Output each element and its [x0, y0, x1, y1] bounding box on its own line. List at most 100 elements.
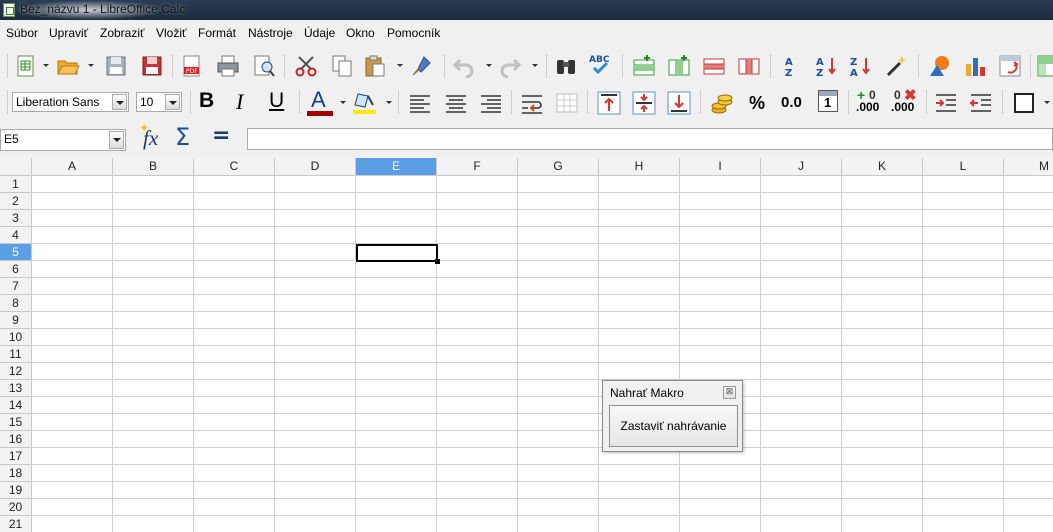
increase-indent-icon[interactable]	[934, 91, 958, 115]
cell-cursor-e5[interactable]	[356, 244, 440, 264]
column-header-b[interactable]: B	[113, 158, 194, 176]
percent-format-button[interactable]: %	[749, 93, 765, 114]
row-header-6[interactable]: 6	[0, 261, 32, 278]
column-header-i[interactable]: I	[680, 158, 761, 176]
save-as-icon[interactable]	[140, 54, 164, 78]
chevron-down-icon[interactable]	[109, 131, 124, 149]
row-header-20[interactable]: 20	[0, 499, 32, 516]
align-bottom-icon[interactable]	[667, 91, 691, 115]
align-center-icon[interactable]	[444, 91, 468, 115]
column-header-h[interactable]: H	[599, 158, 680, 176]
font-size-combobox[interactable]: 10	[136, 92, 182, 112]
align-left-icon[interactable]	[408, 91, 432, 115]
clone-formatting-icon[interactable]	[410, 54, 434, 78]
decrease-indent-icon[interactable]	[969, 91, 993, 115]
print-icon[interactable]	[216, 54, 240, 78]
menu-subor[interactable]: Súbor	[6, 26, 38, 40]
column-header-m[interactable]: M	[1004, 158, 1053, 176]
row-header-17[interactable]: 17	[0, 448, 32, 465]
bold-button[interactable]: B	[199, 89, 214, 113]
row-header-8[interactable]: 8	[0, 295, 32, 312]
borders-icon[interactable]	[1012, 91, 1036, 115]
row-header-3[interactable]: 3	[0, 210, 32, 227]
underline-button[interactable]: U	[269, 89, 284, 113]
calc-app-icon[interactable]	[3, 3, 15, 17]
column-header-a[interactable]: A	[32, 158, 113, 176]
wrap-text-icon[interactable]	[520, 91, 544, 115]
insert-rows-icon[interactable]	[632, 54, 656, 78]
menu-pomocnik[interactable]: Pomocník	[387, 26, 440, 40]
stop-recording-button[interactable]: Zastaviť nahrávanie	[609, 405, 738, 447]
freeze-rows-icon[interactable]	[1036, 54, 1053, 78]
insert-chart-icon[interactable]	[963, 54, 987, 78]
menu-udaje[interactable]: Údaje	[304, 26, 335, 40]
font-color-dropdown-icon[interactable]	[340, 101, 346, 104]
row-header-5[interactable]: 5	[0, 244, 32, 261]
undo-dropdown-icon[interactable]	[486, 64, 492, 67]
row-header-15[interactable]: 15	[0, 414, 32, 431]
font-color-button[interactable]: A	[311, 87, 326, 113]
chevron-down-icon[interactable]	[165, 94, 180, 110]
select-all-corner[interactable]	[0, 158, 32, 176]
chevron-down-icon[interactable]	[112, 94, 127, 110]
row-header-14[interactable]: 14	[0, 397, 32, 414]
menu-nastroje[interactable]: Nástroje	[248, 26, 293, 40]
function-wizard-button[interactable]: ✦ fx	[139, 121, 167, 151]
row-header-19[interactable]: 19	[0, 482, 32, 499]
formula-input[interactable]	[247, 128, 1053, 150]
italic-button[interactable]: I	[236, 89, 243, 115]
spreadsheet-grid[interactable]: ABCDEFGHIJKLM 1 2 3 4 5 6 7 8 9 10 11 12 13 14 15 16 17 1…	[0, 158, 1053, 532]
column-header-e[interactable]: E	[356, 158, 437, 176]
row-header-18[interactable]: 18	[0, 465, 32, 482]
open-dropdown-icon[interactable]	[88, 64, 94, 67]
export-pdf-icon[interactable]: PDF	[180, 54, 204, 78]
row-header-10[interactable]: 10	[0, 329, 32, 346]
sort-ascending-icon[interactable]: AZ	[814, 54, 838, 78]
align-top-icon[interactable]	[597, 91, 621, 115]
formula-button[interactable]: =	[212, 123, 230, 148]
column-header-g[interactable]: G	[518, 158, 599, 176]
column-header-j[interactable]: J	[761, 158, 842, 176]
delete-decimal-button[interactable]: 0 ✖ .000	[891, 87, 921, 115]
print-preview-icon[interactable]	[252, 54, 276, 78]
name-box[interactable]: E5	[0, 129, 126, 151]
add-decimal-button[interactable]: + 0 .000	[856, 87, 886, 115]
open-folder-icon[interactable]	[56, 54, 80, 78]
menu-format[interactable]: Formát	[198, 26, 236, 40]
highlighting-color-icon[interactable]	[352, 90, 376, 114]
row-header-2[interactable]: 2	[0, 193, 32, 210]
column-header-c[interactable]: C	[194, 158, 275, 176]
pivot-table-icon[interactable]	[998, 54, 1022, 78]
insert-columns-icon[interactable]	[667, 54, 691, 78]
align-right-icon[interactable]	[479, 91, 503, 115]
delete-rows-icon[interactable]	[702, 54, 726, 78]
close-icon[interactable]: ⊠	[723, 386, 736, 399]
redo-icon[interactable]	[498, 54, 522, 78]
font-name-combobox[interactable]: Liberation Sans	[12, 92, 129, 112]
row-header-16[interactable]: 16	[0, 431, 32, 448]
paste-icon[interactable]	[363, 54, 387, 78]
column-header-k[interactable]: K	[842, 158, 923, 176]
sum-button[interactable]: Σ	[175, 123, 190, 151]
autofilter-wand-icon[interactable]	[884, 54, 908, 78]
menu-zobrazit[interactable]: Zobraziť	[100, 26, 145, 40]
highlighting-dropdown-icon[interactable]	[386, 101, 392, 104]
menu-vlozit[interactable]: Vložiť	[156, 26, 187, 40]
redo-dropdown-icon[interactable]	[532, 64, 538, 67]
find-replace-binoculars-icon[interactable]	[554, 54, 578, 78]
row-header-21[interactable]: 21	[0, 516, 32, 532]
sort-descending-icon[interactable]: ZA	[848, 54, 872, 78]
row-header-9[interactable]: 9	[0, 312, 32, 329]
menu-okno[interactable]: Okno	[346, 26, 375, 40]
save-icon[interactable]	[104, 54, 128, 78]
column-header-d[interactable]: D	[275, 158, 356, 176]
row-header-11[interactable]: 11	[0, 346, 32, 363]
merge-cells-icon[interactable]	[555, 91, 579, 115]
cut-icon[interactable]	[294, 54, 318, 78]
borders-dropdown-icon[interactable]	[1044, 101, 1050, 104]
date-format-button[interactable]: 1	[818, 90, 838, 112]
new-dropdown-icon[interactable]	[43, 64, 49, 67]
paste-dropdown-icon[interactable]	[397, 64, 403, 67]
new-document-icon[interactable]	[14, 54, 38, 78]
delete-columns-icon[interactable]	[737, 54, 761, 78]
